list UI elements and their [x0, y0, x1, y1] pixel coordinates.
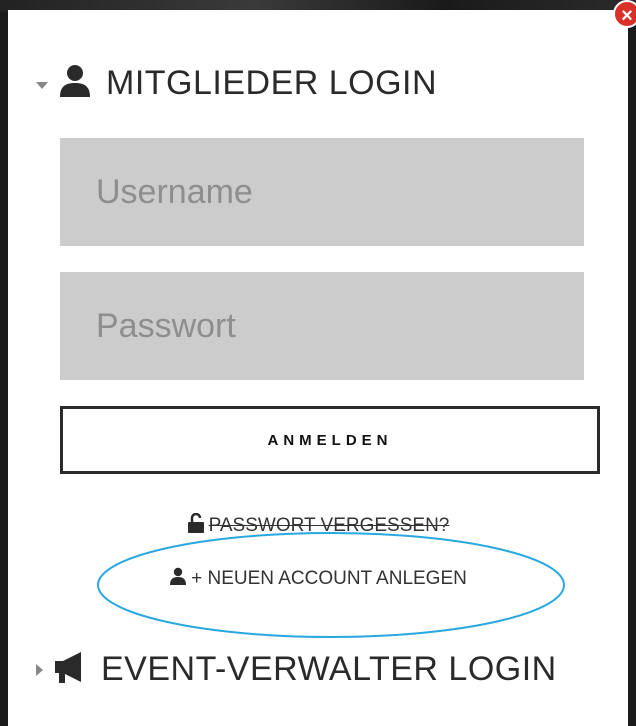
password-input[interactable] [60, 272, 584, 380]
close-button[interactable]: × [613, 0, 636, 28]
forgot-password-label: PASSWORT VERGESSEN? [208, 515, 450, 536]
caret-right-icon [36, 663, 43, 676]
user-icon [58, 64, 92, 103]
new-account-link[interactable]: + NEUEN ACCOUNT ANLEGEN [8, 567, 628, 591]
unlock-icon [187, 512, 209, 539]
member-login-header[interactable]: MITGLIEDER LOGIN [36, 64, 437, 103]
megaphone-icon [51, 650, 87, 689]
login-panel: MITGLIEDER LOGIN ANMELDEN PASSWORT VERGE… [8, 10, 628, 726]
event-login-title: EVENT-VERWALTER LOGIN [101, 650, 557, 688]
new-account-label: + NEUEN ACCOUNT ANLEGEN [191, 568, 467, 589]
member-login-title: MITGLIEDER LOGIN [106, 64, 438, 102]
login-button[interactable]: ANMELDEN [60, 406, 600, 474]
event-login-header[interactable]: EVENT-VERWALTER LOGIN [36, 650, 557, 689]
user-add-icon [169, 567, 191, 591]
username-input[interactable] [60, 138, 584, 246]
forgot-password-link[interactable]: PASSWORT VERGESSEN? [8, 512, 628, 539]
caret-down-icon [36, 82, 48, 89]
